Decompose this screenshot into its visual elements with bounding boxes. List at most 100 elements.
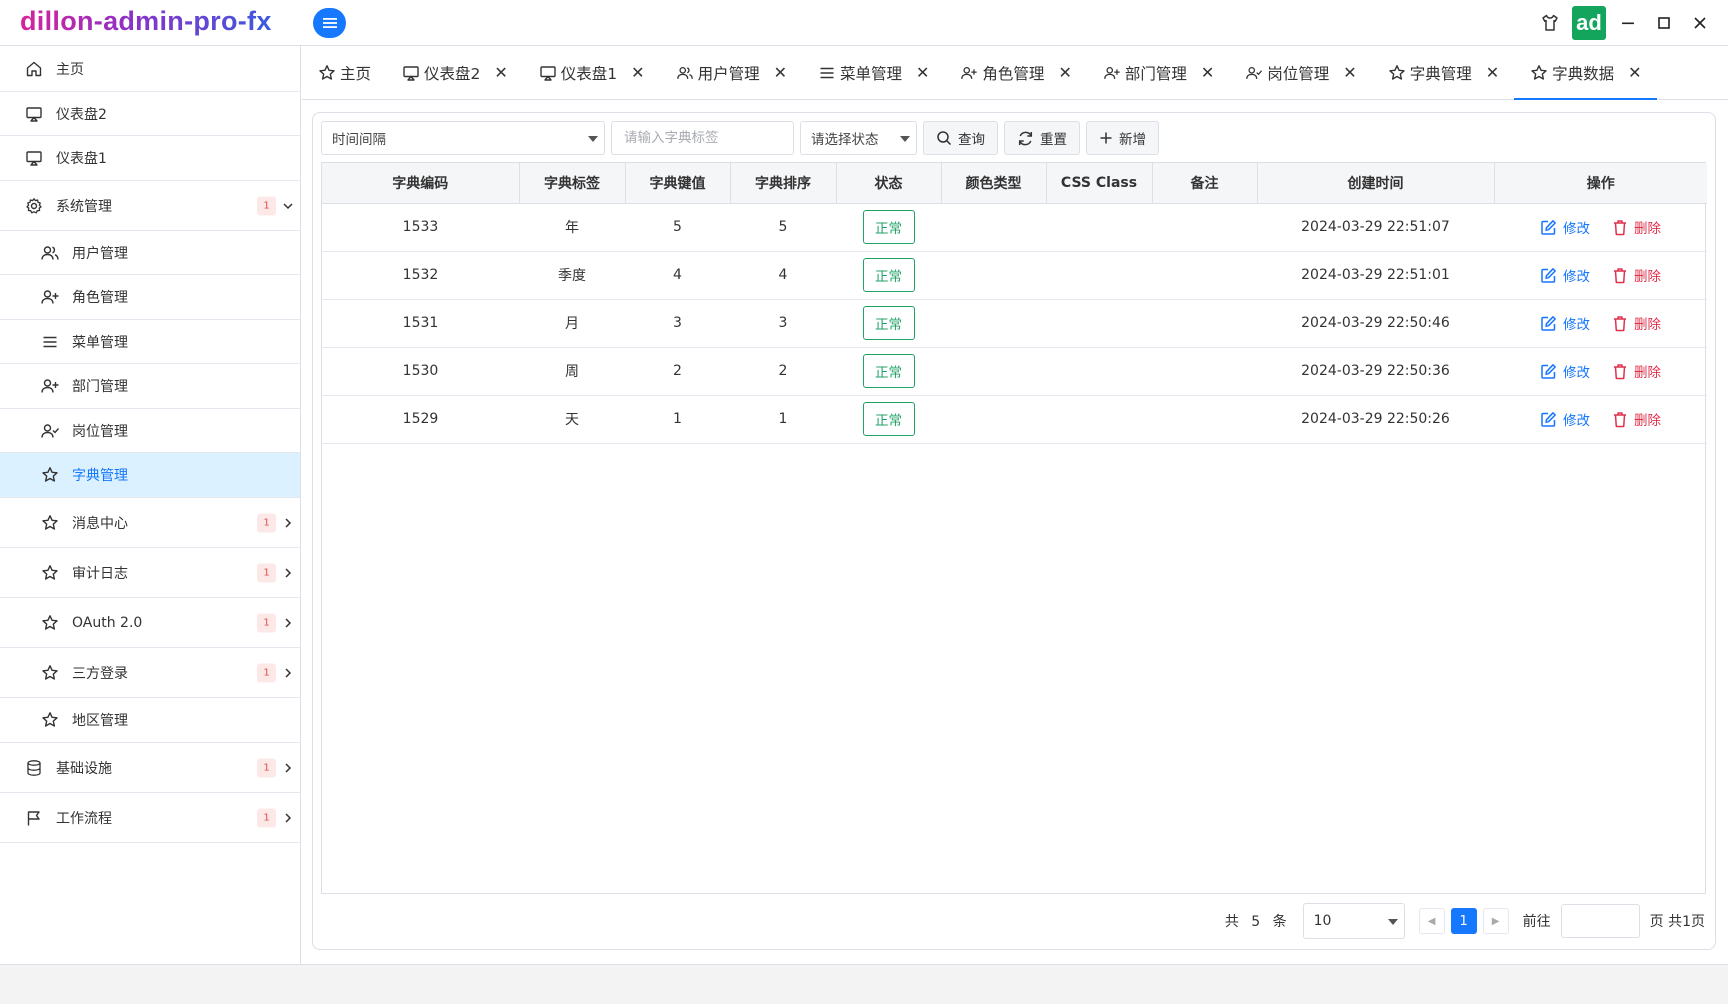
theme-button[interactable] [1532,6,1568,40]
monitor-icon [24,104,44,124]
cell-code: 1531 [322,299,519,348]
sidebar-item-home[interactable]: 主页 [0,46,300,92]
sidebar-item-dashboard1[interactable]: 仪表盘1 [0,136,300,181]
edit-button[interactable]: 修改 [1540,265,1590,285]
sidebar-item-infrastructure[interactable]: 基础设施 1 [0,743,300,793]
delete-label: 删除 [1634,317,1661,333]
sidebar-item-workflow[interactable]: 工作流程 1 [0,793,300,843]
minimize-button[interactable] [1610,6,1646,40]
cell-created: 2024-03-29 22:50:46 [1257,299,1494,348]
tab-close-icon[interactable]: ✕ [1628,63,1641,82]
count-badge: 1 [257,808,276,827]
column-header[interactable]: 字典排序 [730,163,837,204]
sidebar-item-menus[interactable]: 菜单管理 [0,320,300,364]
tab-home[interactable]: 主页 [302,46,386,99]
reset-button[interactable]: 重置 [1004,121,1080,155]
add-button[interactable]: 新增 [1086,121,1159,155]
tab-dashboard2[interactable]: 仪表盘2 ✕ [386,46,523,99]
tab-close-icon[interactable]: ✕ [1486,63,1499,82]
next-page-button[interactable]: ▶ [1482,908,1509,934]
sidebar-item-third-party-login[interactable]: 三方登录 1 [0,648,300,698]
sidebar-item-users[interactable]: 用户管理 [0,231,300,275]
dict-label-input[interactable] [611,121,794,155]
cell-actions: 修改 删除 [1494,251,1707,300]
table-row[interactable]: 1533 年 5 5 正常 2024-03-29 22:51:07 修改 删除 [322,203,1707,252]
status-select[interactable]: 请选择状态 [800,121,917,155]
sidebar-item-messages[interactable]: 消息中心 1 [0,498,300,548]
delete-button[interactable]: 删除 [1612,409,1661,429]
tab-close-icon[interactable]: ✕ [1343,63,1356,82]
tab-close-icon[interactable]: ✕ [774,63,787,82]
sidebar-item-posts[interactable]: 岗位管理 [0,409,300,453]
cell-created: 2024-03-29 22:51:07 [1257,203,1494,252]
table-row[interactable]: 1529 天 1 1 正常 2024-03-29 22:50:26 修改 删除 [322,395,1707,444]
tab-roles[interactable]: 角色管理 ✕ [944,46,1086,99]
tab-departments[interactable]: 部门管理 ✕ [1087,46,1229,99]
menu-toggle-button[interactable] [313,8,346,38]
table-row[interactable]: 1531 月 3 3 正常 2024-03-29 22:50:46 修改 删除 [322,299,1707,348]
column-header[interactable]: 操作 [1494,163,1707,204]
cell-label: 季度 [519,251,625,300]
table-row[interactable]: 1532 季度 4 4 正常 2024-03-29 22:51:01 修改 删除 [322,251,1707,300]
prev-page-button[interactable]: ◀ [1418,908,1445,934]
query-label: 查询 [958,132,985,148]
user-plus-icon [1103,64,1121,82]
delete-button[interactable]: 删除 [1612,217,1661,237]
chevron-right-icon [285,667,292,678]
tab-bar: 主页 仪表盘2 ✕ 仪表盘1 ✕ 用户管理 ✕ 菜单管理 ✕ 角色管理 ✕ 部门… [302,46,1728,100]
delete-button[interactable]: 删除 [1612,313,1661,333]
edit-button[interactable]: 修改 [1540,313,1590,333]
cell-created: 2024-03-29 22:50:26 [1257,395,1494,444]
sidebar-item-system[interactable]: 系统管理 1 [0,181,300,231]
cell-label: 周 [519,347,625,396]
cell-remark [1152,299,1257,348]
tab-dictionary[interactable]: 字典管理 ✕ [1372,46,1514,99]
sidebar-item-dashboard2[interactable]: 仪表盘2 [0,92,300,136]
query-button[interactable]: 查询 [923,121,998,155]
sidebar-item-roles[interactable]: 角色管理 [0,275,300,320]
sidebar-item-departments[interactable]: 部门管理 [0,364,300,409]
sidebar-item-audit-log[interactable]: 审计日志 1 [0,548,300,598]
sidebar-item-oauth[interactable]: OAuth 2.0 1 [0,598,300,648]
tab-dictionary-data[interactable]: 字典数据 ✕ [1514,46,1657,100]
tab-close-icon[interactable]: ✕ [916,63,929,82]
chevron-down-icon [283,202,293,209]
tab-menus[interactable]: 菜单管理 ✕ [802,46,944,99]
tab-close-icon[interactable]: ✕ [1058,63,1071,82]
tab-users[interactable]: 用户管理 ✕ [660,46,802,99]
edit-button[interactable]: 修改 [1540,217,1590,237]
column-header[interactable]: 备注 [1152,163,1258,204]
column-header[interactable]: 颜色类型 [941,163,1047,204]
tab-close-icon[interactable]: ✕ [1201,63,1214,82]
cell-sort: 2 [730,347,836,396]
close-window-button[interactable] [1682,6,1718,40]
column-header[interactable]: 创建时间 [1257,163,1495,204]
column-header[interactable]: CSS Class [1046,163,1153,204]
cell-actions: 修改 删除 [1494,347,1707,396]
status-placeholder: 请选择状态 [811,132,879,148]
tab-posts[interactable]: 岗位管理 ✕ [1229,46,1371,99]
dict-type-value: 时间间隔 [332,132,386,148]
total-count: 共 5 条 [1224,914,1291,930]
column-header[interactable]: 状态 [836,163,942,204]
page-number-button[interactable]: 1 [1450,908,1477,934]
table-row[interactable]: 1530 周 2 2 正常 2024-03-29 22:50:36 修改 删除 [322,347,1707,396]
delete-button[interactable]: 删除 [1612,265,1661,285]
edit-button[interactable]: 修改 [1540,361,1590,381]
tab-close-icon[interactable]: ✕ [494,63,507,82]
sidebar-item-dictionary[interactable]: 字典管理 [0,453,300,498]
delete-button[interactable]: 删除 [1612,361,1661,381]
column-header[interactable]: 字典键值 [625,163,731,204]
maximize-button[interactable] [1646,6,1682,40]
page-size-value: 10 [1313,913,1332,929]
tab-close-icon[interactable]: ✕ [631,63,644,82]
sidebar-item-regions[interactable]: 地区管理 [0,698,300,743]
column-header[interactable]: 字典标签 [519,163,626,204]
dict-type-select[interactable]: 时间间隔 [321,121,605,155]
avatar[interactable]: ad [1572,6,1606,40]
page-size-select[interactable]: 10 [1302,903,1405,939]
tab-dashboard1[interactable]: 仪表盘1 ✕ [523,46,660,99]
goto-page-input[interactable] [1560,904,1640,938]
edit-button[interactable]: 修改 [1540,409,1590,429]
column-header[interactable]: 字典编码 [322,163,520,204]
